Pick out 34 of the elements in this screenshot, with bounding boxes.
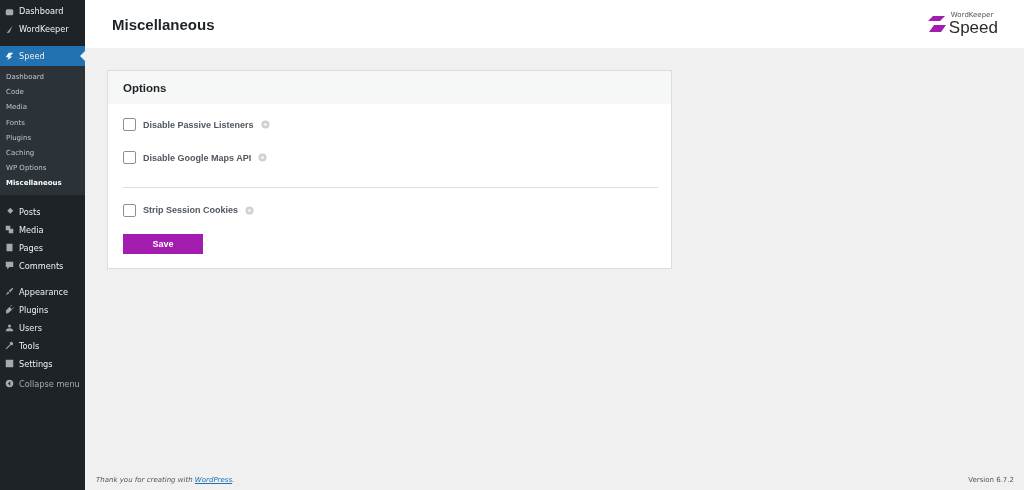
option-label: Strip Session Cookies: [143, 205, 239, 215]
menu-item[interactable]: Users: [0, 318, 85, 337]
menu-item[interactable]: Plugins: [0, 300, 85, 319]
page-title: Miscellaneous: [112, 15, 215, 33]
checkbox[interactable]: [123, 118, 136, 131]
menu-item[interactable]: Media: [0, 220, 85, 239]
speech-bubble-icon: [5, 261, 14, 270]
menu-item[interactable]: Dashboard: [0, 2, 85, 20]
menu-item[interactable]: Comments: [0, 256, 85, 275]
checkbox[interactable]: [123, 203, 136, 217]
menu-item[interactable]: Tools: [0, 336, 85, 355]
plug-icon: [5, 305, 14, 314]
menu-item[interactable]: Appearance: [0, 282, 85, 301]
pin-icon: [5, 207, 14, 216]
wrench-icon: [5, 341, 14, 350]
page-icon: [5, 243, 14, 252]
user-icon: [5, 323, 14, 332]
option-label: Disable Google Maps API: [143, 152, 252, 163]
menu-item[interactable]: Speed: [0, 46, 85, 66]
logo-icon: [926, 16, 947, 32]
option-label: Disable Passive Listeners: [143, 119, 254, 130]
menu-item[interactable]: Pages: [0, 238, 85, 257]
media-icon: [5, 225, 14, 234]
collapse-menu-button[interactable]: Collapse menu: [0, 374, 85, 393]
bolt-icon: [5, 51, 14, 61]
card-title: Options: [123, 81, 167, 94]
menu-item[interactable]: WordKeeper: [0, 20, 85, 38]
menu-item[interactable]: Posts: [0, 202, 85, 221]
checkbox[interactable]: [123, 151, 136, 164]
logo-text: Speed: [948, 19, 998, 36]
collapse-icon: [5, 379, 14, 388]
menu-item[interactable]: Settings: [0, 354, 85, 373]
brush-icon: [5, 287, 14, 296]
save-button[interactable]: Save: [123, 234, 203, 254]
